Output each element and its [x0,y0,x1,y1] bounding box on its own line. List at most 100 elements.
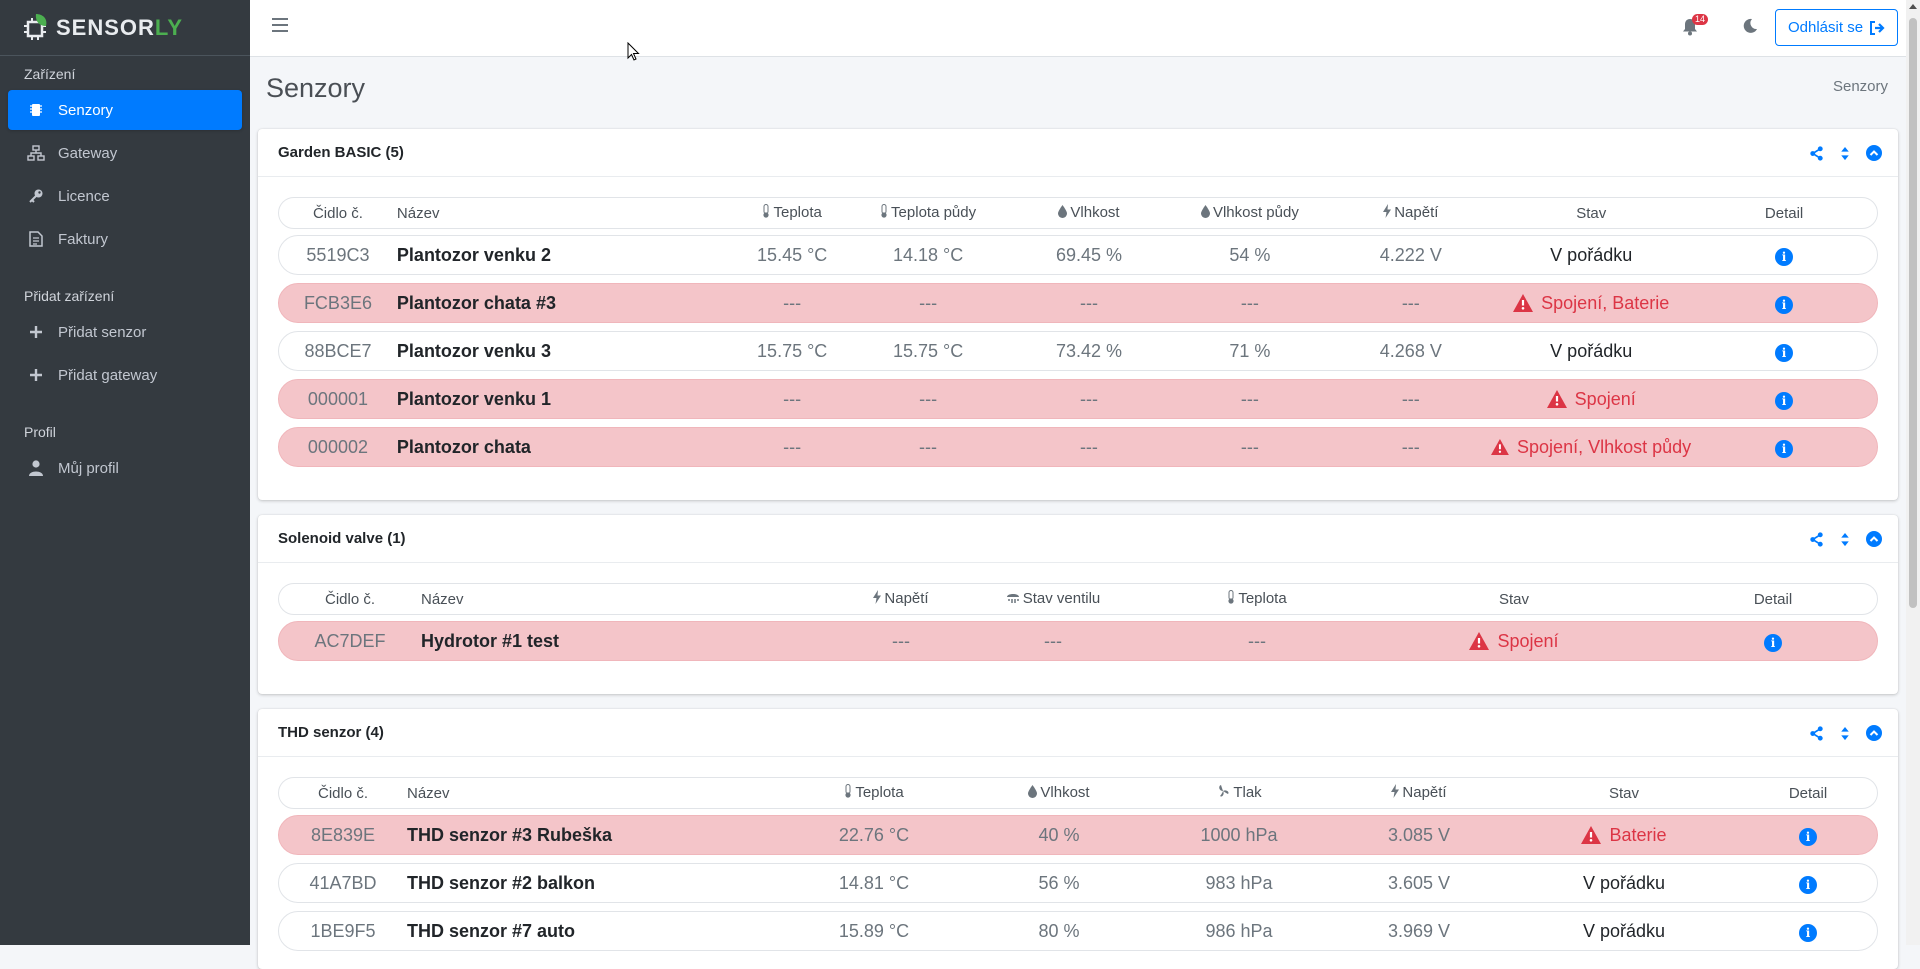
share-icon[interactable] [1808,725,1824,741]
column-header-valve-state[interactable]: Stav ventilu [951,590,1155,608]
share-icon[interactable] [1808,531,1824,547]
sensor-name[interactable]: Plantozor chata [397,437,737,458]
bolt-icon [1383,204,1392,222]
sensor-name[interactable]: Plantozor venku 2 [397,245,737,266]
column-header-temp[interactable]: Teplota [1155,590,1359,608]
column-header-state[interactable]: Stav [1359,591,1669,608]
scroll-up-icon[interactable] [1909,4,1917,9]
card-tools [1808,145,1882,161]
sort-icon[interactable] [1837,531,1853,547]
sidebar-item-licence[interactable]: Licence [8,176,242,216]
info-icon[interactable]: i [1775,439,1794,458]
vertical-scrollbar[interactable] [1906,0,1920,945]
dark-mode-toggle[interactable] [1742,18,1758,38]
table-row[interactable]: 8E839E THD senzor #3 Rubeška 22.76 °C 40… [278,815,1878,855]
table-header: Čidlo č. Název Teplota Vlhkost Tlak Napě… [278,777,1878,809]
humidity-value: 40 % [1038,824,1080,845]
nav-header-add-device: Přidat zařízení [24,288,115,304]
warning-icon [1491,438,1510,456]
temperature-value: 14.81 °C [838,872,910,893]
temperature-value: --- [783,292,802,313]
breadcrumb[interactable]: Senzory [1833,78,1888,95]
sort-icon[interactable] [1837,145,1853,161]
column-header-detail[interactable]: Detail [1739,785,1877,802]
column-header-state[interactable]: Stav [1509,785,1739,802]
notifications-button[interactable]: 14 [1682,14,1709,40]
card-body: Čidlo č. Název Napětí Stav ventilu Teplo… [258,563,1898,661]
table-row[interactable]: 5519C3 Plantozor venku 2 15.45 °C 14.18 … [278,235,1878,275]
column-header-soil-temp[interactable]: Teplota půdy [848,204,1009,222]
card-body: Čidlo č. Název Teplota Teplota půdy Vlhk… [258,177,1898,467]
table-row[interactable]: 000002 Plantozor chata --- --- --- --- -… [278,427,1878,467]
sidebar-item-gateway[interactable]: Gateway [8,133,242,173]
sensor-id: 8E839E [310,824,376,845]
column-header-humidity[interactable]: Vlhkost [1009,204,1170,222]
sidebar-item-label: Přidat gateway [58,366,158,384]
soil-humidity-value: --- [1240,292,1259,313]
column-header-id[interactable]: Čidlo č. [279,785,407,802]
table-row[interactable]: 41A7BD THD senzor #2 balkon 14.81 °C 56 … [278,863,1878,903]
info-icon[interactable]: i [1764,633,1782,652]
sort-icon[interactable] [1837,725,1853,741]
column-header-temp[interactable]: Teplota [737,204,848,222]
sidebar-item-senzory[interactable]: Senzory [8,90,242,130]
logout-button[interactable]: Odhlásit se [1775,9,1899,46]
collapse-icon[interactable] [1866,725,1882,741]
info-icon[interactable]: i [1775,247,1794,266]
sidebar-item-add-gateway[interactable]: Přidat gateway [8,355,242,395]
user-icon [26,460,46,476]
warning-icon [1546,390,1567,408]
column-header-soil-humidity[interactable]: Vlhkost půdy [1169,204,1330,222]
column-header-voltage[interactable]: Napětí [1329,784,1509,802]
info-icon[interactable]: i [1775,391,1794,410]
column-header-id[interactable]: Čidlo č. [279,205,397,222]
table-header: Čidlo č. Název Napětí Stav ventilu Teplo… [278,583,1878,615]
sidebar-item-add-sensor[interactable]: Přidat senzor [8,312,242,352]
table-row[interactable]: AC7DEF Hydrotor #1 test --- --- --- Spoj… [278,621,1878,661]
voltage-value: --- [1401,388,1420,409]
logout-icon [1870,20,1885,35]
sidebar-item-label: Faktury [58,230,109,248]
sidebar-item-faktury[interactable]: Faktury [8,219,242,259]
column-header-pressure[interactable]: Tlak [1149,784,1329,802]
column-header-name[interactable]: Název [421,591,851,608]
info-icon[interactable]: i [1799,875,1817,894]
info-icon[interactable]: i [1775,295,1794,314]
table-row[interactable]: FCB3E6 Plantozor chata #3 --- --- --- --… [278,283,1878,323]
scrollbar-thumb[interactable] [1909,18,1917,608]
table-row[interactable]: 1BE9F5 THD senzor #7 auto 15.89 °C 80 % … [278,911,1878,951]
sidebar-item-my-profile[interactable]: Můj profil [8,448,242,488]
sensor-name[interactable]: Plantozor venku 1 [397,389,737,410]
info-icon[interactable]: i [1799,827,1817,846]
column-header-name[interactable]: Název [397,205,737,222]
sensor-name[interactable]: Plantozor venku 3 [397,341,737,362]
column-header-voltage[interactable]: Napětí [851,590,951,608]
info-icon[interactable]: i [1775,343,1794,362]
brand[interactable]: SENSORLY [0,0,250,56]
sensor-name[interactable]: THD senzor #3 Rubeška [407,825,779,846]
column-header-name[interactable]: Název [407,785,779,802]
table-row[interactable]: 000001 Plantozor venku 1 --- --- --- ---… [278,379,1878,419]
column-header-detail[interactable]: Detail [1691,205,1877,222]
temperature-value: 15.89 °C [838,920,910,941]
column-header-state[interactable]: Stav [1491,205,1691,222]
sensor-name[interactable]: THD senzor #7 auto [407,921,779,942]
sensor-name[interactable]: THD senzor #2 balkon [407,873,779,894]
table-row[interactable]: 88BCE7 Plantozor venku 3 15.75 °C 15.75 … [278,331,1878,371]
menu-toggle-icon[interactable] [272,18,288,34]
sensor-name[interactable]: Plantozor chata #3 [397,293,737,314]
collapse-icon[interactable] [1866,145,1882,161]
column-header-voltage[interactable]: Napětí [1330,204,1491,222]
humidity-value: 56 % [1038,872,1080,893]
sensor-name[interactable]: Hydrotor #1 test [421,631,851,652]
column-header-id[interactable]: Čidlo č. [279,591,421,608]
soil-humidity-value: 71 % [1229,340,1271,361]
share-icon[interactable] [1808,145,1824,161]
collapse-icon[interactable] [1866,531,1882,547]
info-icon[interactable]: i [1799,923,1817,942]
column-header-temp[interactable]: Teplota [779,784,969,802]
mouse-cursor-icon [627,41,640,65]
column-header-detail[interactable]: Detail [1669,591,1877,608]
column-header-humidity[interactable]: Vlhkost [969,784,1149,802]
voltage-value: 3.605 V [1387,872,1451,893]
